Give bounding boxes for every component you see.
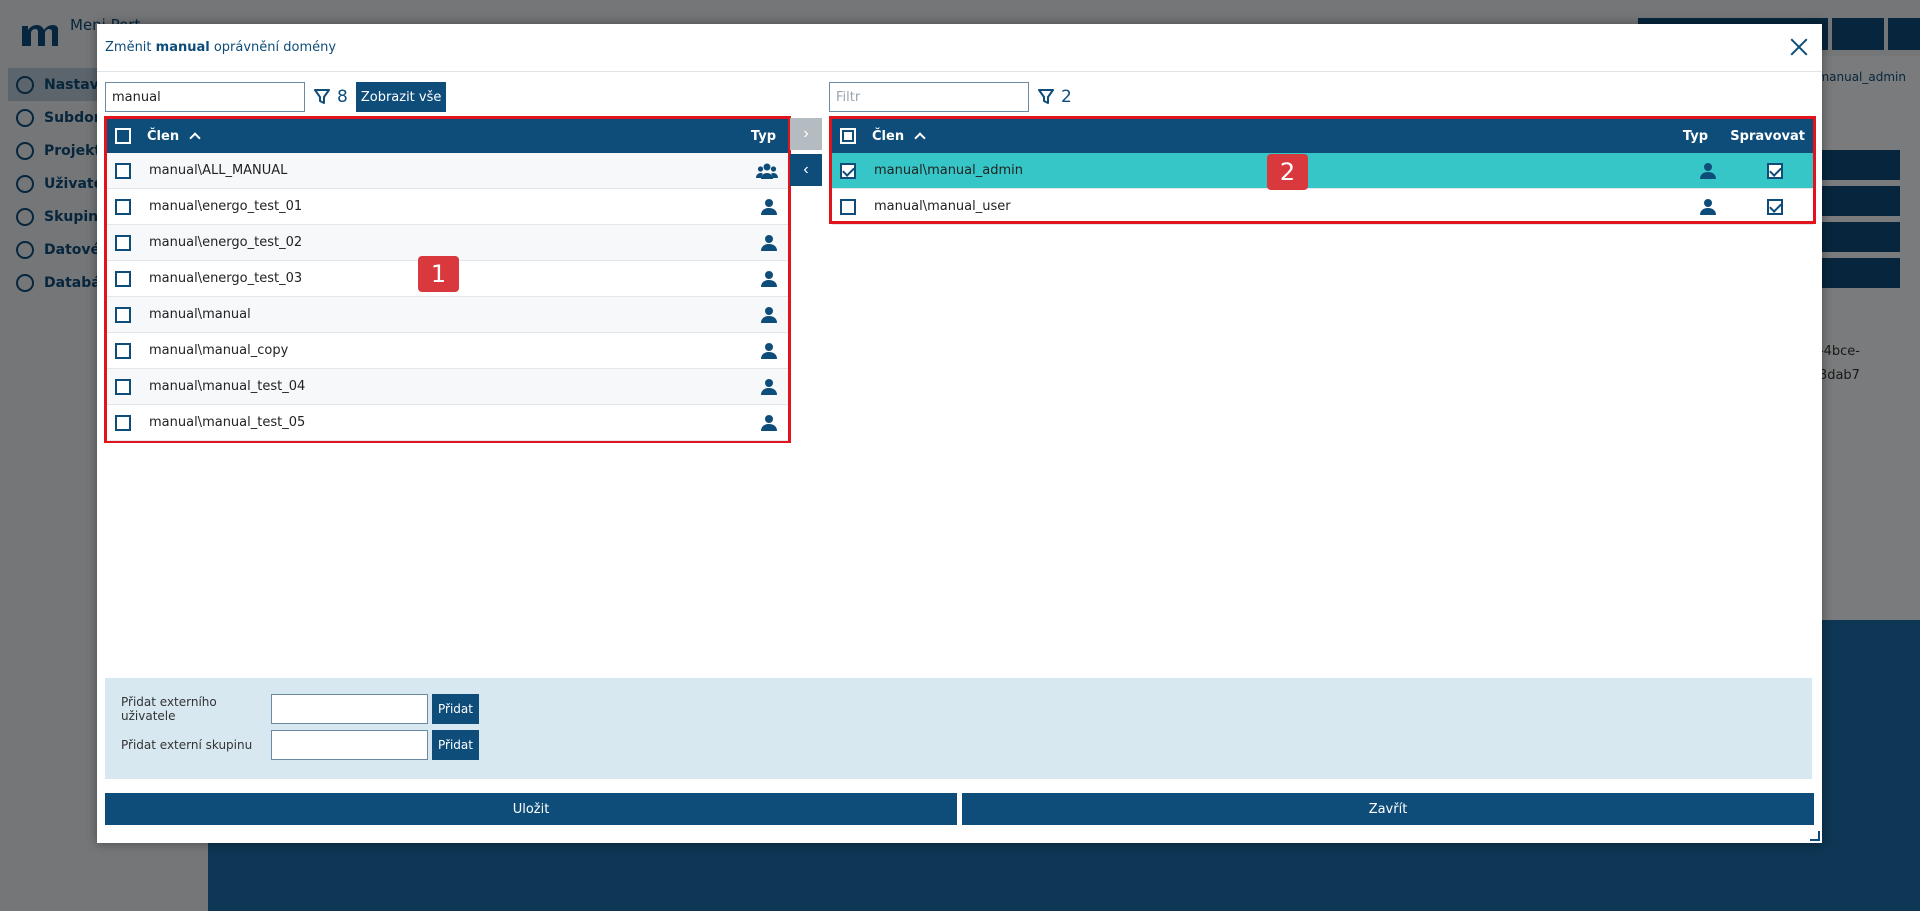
permissions-dialog: Změnit manual oprávnění domény 8 Zobrazi…	[97, 24, 1822, 843]
user-icon	[760, 378, 778, 396]
add-external-group-button[interactable]: Přidat	[432, 730, 479, 760]
list-item[interactable]: manual\manual	[107, 297, 788, 333]
member-name: manual\energo_test_01	[149, 199, 303, 214]
user-icon	[760, 342, 778, 360]
sort-asc-icon[interactable]	[189, 132, 201, 144]
column-member[interactable]: Člen	[872, 129, 904, 144]
move-left-button[interactable]: ‹	[790, 154, 822, 186]
row-checkbox[interactable]	[115, 306, 131, 323]
right-list-body: manual\manual_admin manual\manual_user	[832, 153, 1813, 225]
dialog-header: Změnit manual oprávnění domény	[97, 24, 1822, 72]
row-checkbox[interactable]	[115, 162, 131, 179]
row-checkbox[interactable]	[840, 162, 856, 179]
row-checkbox[interactable]	[840, 198, 856, 215]
add-external-user-row: Přidat externího uživatele Přidat	[121, 694, 479, 724]
row-checkbox[interactable]	[115, 414, 131, 431]
add-external-group-row: Přidat externí skupinu Přidat	[121, 730, 479, 760]
user-icon	[760, 270, 778, 288]
list-item[interactable]: manual\manual_copy	[107, 333, 788, 369]
list-item[interactable]: manual\manual_test_04	[107, 369, 788, 405]
column-member[interactable]: Člen	[147, 129, 179, 144]
member-name: manual\energo_test_03	[149, 271, 303, 286]
column-type: Typ	[750, 128, 776, 144]
external-group-input[interactable]	[271, 730, 428, 760]
member-name: manual\manual_user	[874, 199, 1011, 214]
list-item[interactable]: manual\manual_test_05	[107, 405, 788, 441]
left-list-header: Člen Typ	[107, 119, 788, 153]
save-button[interactable]: Uložit	[105, 793, 957, 825]
group-icon	[756, 162, 778, 180]
dialog-title: Změnit manual oprávnění domény	[105, 40, 337, 55]
user-icon	[760, 234, 778, 252]
filter-icon[interactable]	[1037, 88, 1055, 106]
annotation-badge-2: 2	[1267, 154, 1308, 190]
member-name: manual\manual	[149, 307, 251, 322]
row-checkbox[interactable]	[115, 378, 131, 395]
column-manage: Spravovat	[1730, 128, 1805, 144]
select-all-checkbox[interactable]	[115, 128, 131, 144]
left-list-body: manual\ALL_MANUAL manual\energo_test_01ma…	[107, 153, 788, 441]
right-list-header: Člen Typ Spravovat	[832, 119, 1813, 153]
user-icon	[1699, 198, 1717, 216]
manage-checkbox[interactable]	[1767, 198, 1783, 215]
add-external-group-label: Přidat externí skupinu	[121, 738, 253, 752]
left-filter-input[interactable]	[105, 82, 305, 112]
user-icon	[760, 306, 778, 324]
row-checkbox[interactable]	[115, 342, 131, 359]
assigned-members-list: Člen Typ Spravovat manual\manual_admin ma…	[829, 116, 1816, 225]
row-checkbox[interactable]	[115, 234, 131, 251]
add-external-user-label: Přidat externího uživatele	[121, 695, 217, 723]
sort-asc-icon[interactable]	[914, 132, 926, 144]
filter-icon[interactable]	[313, 88, 331, 106]
select-all-checkbox[interactable]	[840, 128, 856, 144]
list-item[interactable]: manual\ALL_MANUAL	[107, 153, 788, 189]
show-all-button[interactable]: Zobrazit vše	[355, 82, 447, 112]
close-icon[interactable]	[1788, 36, 1810, 58]
manage-checkbox[interactable]	[1767, 162, 1783, 179]
member-name: manual\energo_test_02	[149, 235, 303, 250]
external-add-panel: Přidat externího uživatele Přidat Přidat…	[105, 678, 1812, 779]
resize-handle-icon[interactable]	[1810, 831, 1820, 841]
row-checkbox[interactable]	[115, 198, 131, 215]
left-filter-count: 8	[337, 87, 348, 107]
external-user-input[interactable]	[271, 694, 428, 724]
right-filter-count: 2	[1061, 87, 1072, 107]
member-name: manual\manual_copy	[149, 343, 289, 358]
close-button[interactable]: Zavřít	[962, 793, 1814, 825]
user-icon	[760, 414, 778, 432]
member-name: manual\manual_test_04	[149, 379, 306, 394]
move-right-button[interactable]: ›	[790, 118, 822, 150]
annotation-badge-1: 1	[418, 256, 459, 292]
list-item[interactable]: manual\manual_admin	[832, 153, 1813, 189]
member-name: manual\manual_admin	[874, 163, 1023, 178]
right-filter-input[interactable]	[829, 82, 1029, 112]
list-item[interactable]: manual\manual_user	[832, 189, 1813, 225]
add-external-user-button[interactable]: Přidat	[432, 694, 479, 724]
user-icon	[760, 198, 778, 216]
list-item[interactable]: manual\energo_test_01	[107, 189, 788, 225]
member-name: manual\manual_test_05	[149, 415, 306, 430]
user-icon	[1699, 162, 1717, 180]
left-filter-row: 8 Zobrazit vše	[105, 82, 447, 112]
column-type: Typ	[1682, 128, 1708, 144]
member-name: manual\ALL_MANUAL	[149, 163, 288, 178]
right-filter-row: 2	[829, 82, 1072, 112]
row-checkbox[interactable]	[115, 270, 131, 287]
